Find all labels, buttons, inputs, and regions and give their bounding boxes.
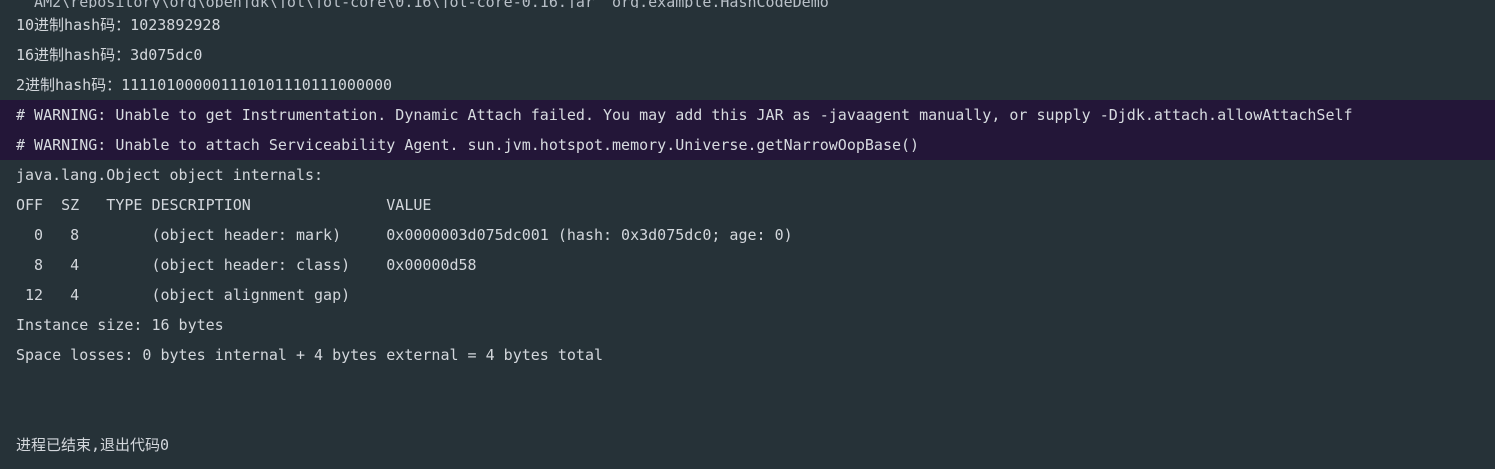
console-line-table-header: OFF SZ TYPE DESCRIPTION VALUE — [16, 196, 432, 214]
console-line-instance-size: Instance size: 16 bytes — [16, 316, 224, 334]
console-line-hash-hex: 16进制hash码：3d075dc0 — [16, 46, 203, 64]
console-line-process-finished: 进程已结束,退出代码0 — [16, 436, 170, 454]
console-line-hash-binary: 2进制hash码：111101000001110101110111000000 — [16, 76, 393, 94]
console-line-row-gap: 12 4 (object alignment gap) — [16, 286, 351, 304]
console-line-hash-decimal: 10进制hash码：1023892928 — [16, 16, 221, 34]
console-line-row-class: 8 4 (object header: class) 0x00000d58 — [16, 256, 477, 274]
console-output[interactable]: AM2\repository\org\openjdk\jol\jol-core\… — [0, 0, 1495, 469]
console-line-row-mark: 0 8 (object header: mark) 0x0000003d075d… — [16, 226, 793, 244]
console-line-command-partial: AM2\repository\org\openjdk\jol\jol-core\… — [0, 0, 1495, 8]
console-line-space-losses: Space losses: 0 bytes internal + 4 bytes… — [16, 346, 603, 364]
console-line-object-internals: java.lang.Object object internals: — [16, 166, 324, 184]
console-line-warning-serviceability: # WARNING: Unable to attach Serviceabili… — [0, 130, 1495, 160]
console-line-warning-instrumentation: # WARNING: Unable to get Instrumentation… — [0, 100, 1495, 130]
